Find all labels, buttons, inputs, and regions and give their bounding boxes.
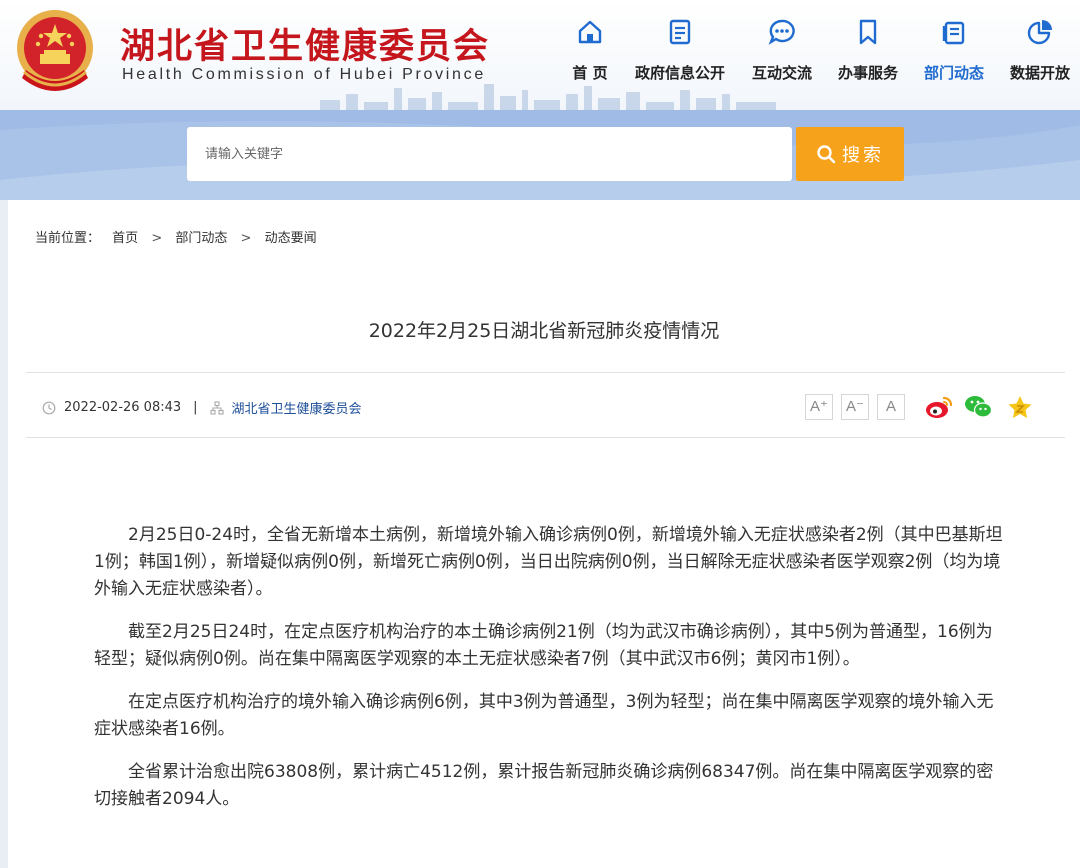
- search-button[interactable]: 搜索: [796, 127, 904, 181]
- breadcrumb: 当前位置： 首页 > 部门动态 > 动态要闻: [35, 227, 317, 246]
- chat-icon: [768, 19, 795, 45]
- article-paragraph: 截至2月25日24时，在定点医疗机构治疗的本土确诊病例21例（均为武汉市确诊病例…: [94, 622, 993, 669]
- article-paragraph: 在定点医疗机构治疗的境外输入确诊病例6例，其中3例为普通型，3例为轻型；尚在集中…: [94, 692, 994, 739]
- article-paragraph: 全省累计治愈出院63808例，累计病亡4512例，累计报告新冠肺炎确诊病例683…: [94, 762, 994, 809]
- wechat-icon[interactable]: [963, 393, 993, 421]
- font-size-decrease-button[interactable]: A⁻: [841, 394, 869, 420]
- nav-label: 部门动态: [923, 64, 984, 82]
- nav-item-dept-news[interactable]: 部门动态: [904, 18, 1004, 88]
- news-icon: [942, 21, 965, 45]
- breadcrumb-separator: >: [240, 231, 252, 246]
- article-meta-bar: 2022-02-26 08:43 | 湖北省卫生健康委员会 A⁺ A⁻ A: [26, 372, 1065, 438]
- article-title: 2022年2月25日湖北省新冠肺炎疫情情况: [368, 320, 720, 342]
- nav-item-open-data[interactable]: 数据开放: [990, 18, 1080, 88]
- nav-label: 首 页: [572, 64, 608, 82]
- font-size-increase-button[interactable]: A⁺: [805, 394, 833, 420]
- article-source: 湖北省卫生健康委员会: [231, 402, 362, 417]
- breadcrumb-home[interactable]: 首页: [112, 231, 138, 246]
- article-paragraph: 2月25日0-24时，全省无新增本土病例，新增境外输入确诊病例0例，新增境外输入…: [94, 525, 1003, 599]
- nav-label: 数据开放: [1009, 64, 1070, 82]
- breadcrumb-dept-news[interactable]: 部门动态: [175, 231, 227, 246]
- article-container: 当前位置： 首页 > 部门动态 > 动态要闻 2022年2月25日湖北省新冠肺炎…: [8, 200, 1080, 868]
- national-emblem-logo: [17, 10, 93, 91]
- weibo-icon[interactable]: [924, 393, 954, 421]
- bookmark-icon: [859, 19, 877, 45]
- article-body: 2月25日0-24时，全省无新增本土病例，新增境外输入确诊病例0例，新增境外输入…: [94, 522, 1009, 829]
- document-icon: [669, 19, 691, 45]
- nav-label: 政府信息公开: [634, 64, 725, 82]
- search-input[interactable]: [187, 127, 792, 181]
- search-band: 搜索: [0, 110, 1080, 200]
- home-icon: [578, 20, 602, 44]
- breadcrumb-news-highlights[interactable]: 动态要闻: [265, 231, 317, 246]
- site-subtitle: Health Commission of Hubei Province: [122, 66, 486, 83]
- font-size-default-button[interactable]: A: [877, 394, 905, 420]
- main-nav: 首 页 政府信息公开 互动交流 办事服务 部门动态 数据开放: [540, 18, 1080, 88]
- favorite-star-icon[interactable]: [1005, 393, 1035, 421]
- nav-item-interaction[interactable]: 互动交流: [732, 18, 832, 88]
- nav-item-home[interactable]: 首 页: [540, 18, 640, 88]
- breadcrumb-prefix: 当前位置：: [35, 231, 101, 246]
- nav-label: 互动交流: [751, 64, 812, 82]
- publish-date: 2022-02-26 08:43: [64, 400, 182, 415]
- breadcrumb-separator: >: [151, 231, 163, 246]
- pie-chart-icon: [1027, 20, 1052, 45]
- article-meta-info: 2022-02-26 08:43 | 湖北省卫生健康委员会: [42, 398, 362, 417]
- nav-item-gov-info[interactable]: 政府信息公开: [630, 18, 730, 88]
- organization-icon: [209, 400, 224, 415]
- site-header: 湖北省卫生健康委员会 Health Commission of Hubei Pr…: [0, 0, 1080, 110]
- meta-divider: |: [193, 400, 198, 415]
- nav-label: 办事服务: [837, 64, 898, 82]
- nav-item-services[interactable]: 办事服务: [818, 18, 918, 88]
- search-button-label: 搜索: [842, 145, 884, 166]
- clock-icon: [42, 401, 56, 414]
- search-icon: [817, 145, 836, 164]
- site-title: 湖北省卫生健康委员会: [120, 27, 491, 67]
